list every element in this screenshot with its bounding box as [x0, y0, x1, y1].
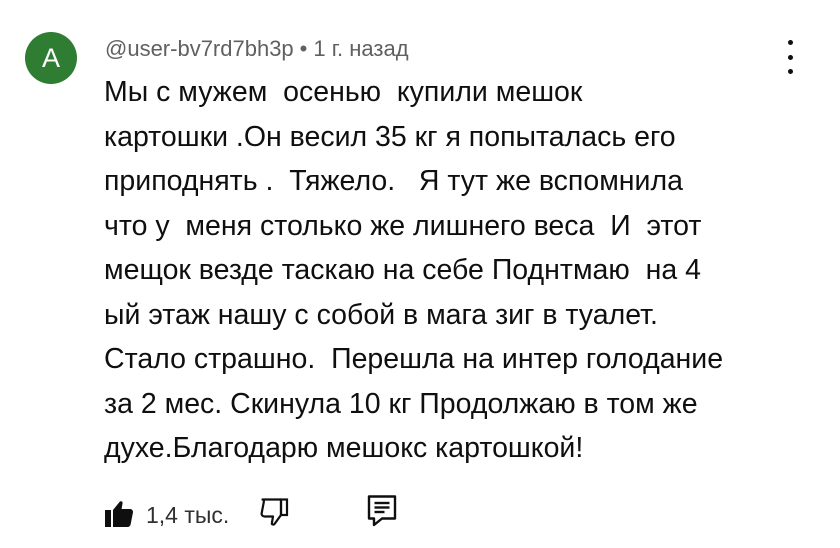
meta-separator: • — [299, 36, 308, 61]
author-handle[interactable]: @user-bv7rd7bh3p — [105, 36, 294, 61]
comment-text-line: что у меня столько же лишнего веса И это… — [104, 209, 702, 242]
comment-text-line: Мы с мужем осенью купили мешок — [104, 76, 583, 108]
dislike-button[interactable] — [258, 496, 290, 528]
reply-button[interactable] — [366, 494, 398, 528]
comment-text-line: Стало страшно. Перешла на интер голодани… — [104, 343, 724, 375]
thumbs-up-icon — [105, 501, 134, 527]
more-vert-icon-dot-2 — [787, 54, 793, 60]
comment-text-line: духе.Благодарю мешокс картошкой! — [104, 432, 584, 464]
comment-text: Мы с мужем осенью купили мешок картошки … — [104, 70, 804, 471]
avatar[interactable]: A — [25, 32, 77, 84]
comment-actions: 1,4 тыс. — [0, 490, 840, 540]
comment-text-line: приподнять . Тяжело. Я тут же вспомнила — [104, 165, 683, 197]
comment-thread: A @user-bv7rd7bh3p • 1 г. назад Мы с мужем… — [0, 0, 840, 548]
comment-text-line: мещок везде таскаю на себе Поднтмаю на 4 — [104, 254, 701, 286]
comment-text-line: картошки .Он весил 35 кг я попыталась ег… — [104, 120, 676, 153]
comment-text-line: ый этаж нашу с собой в мага зиг в туалет… — [104, 298, 658, 331]
comment-header: @user-bv7rd7bh3p • 1 г. назад — [105, 36, 409, 62]
more-options-button[interactable] — [778, 40, 802, 74]
thumbs-down-icon — [260, 498, 289, 526]
comment-text-line: за 2 мес. Скинула 10 кг Продолжаю в том … — [104, 387, 698, 420]
reply-comment-icon — [367, 495, 397, 527]
like-count: 1,4 тыс. — [146, 502, 230, 528]
more-vert-icon-dot-1 — [787, 40, 793, 45]
like-button[interactable] — [104, 498, 134, 528]
timestamp[interactable]: 1 г. назад — [313, 36, 408, 61]
